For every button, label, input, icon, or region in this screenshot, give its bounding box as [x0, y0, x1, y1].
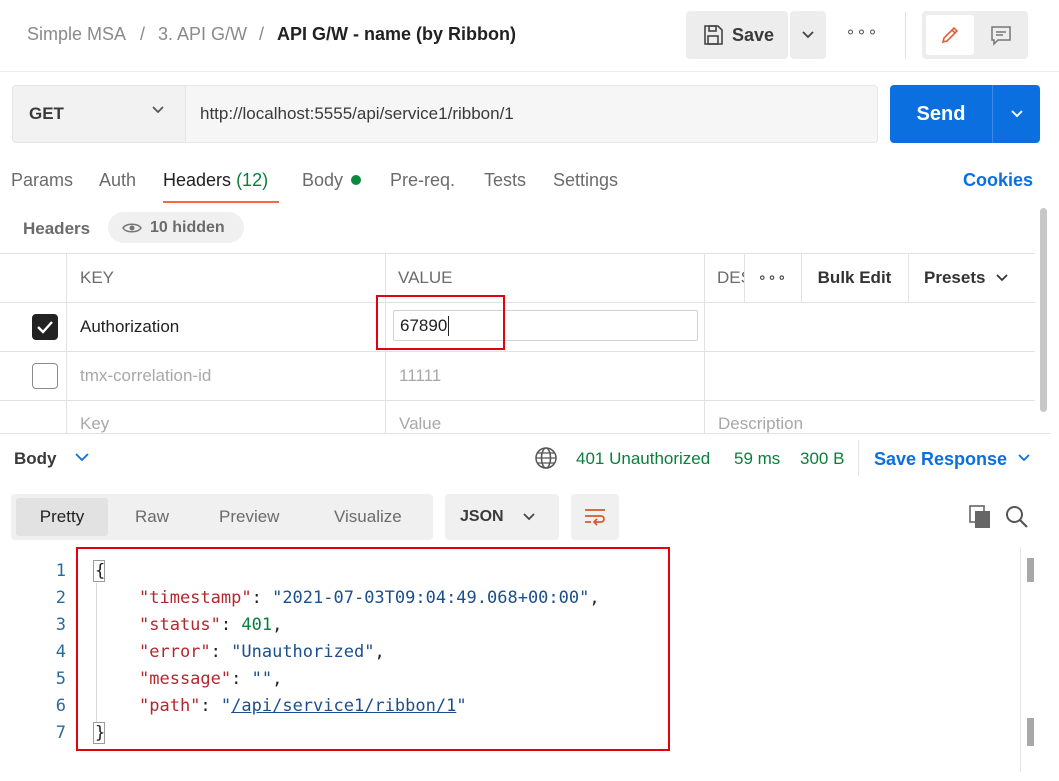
header-value[interactable]: 11111 [399, 366, 441, 386]
response-time[interactable]: 59 ms [734, 449, 780, 469]
edit-mode-button[interactable] [926, 15, 974, 55]
line-number: 1 [55, 561, 66, 581]
chevron-down-icon [996, 273, 1009, 281]
tab-body[interactable]: Body [302, 170, 362, 191]
header-enabled-checkbox[interactable] [32, 363, 58, 389]
line-number: 4 [55, 642, 66, 662]
new-key-input[interactable]: Key [80, 414, 109, 434]
header-key[interactable]: tmx-correlation-id [80, 366, 211, 386]
status-dot [351, 175, 362, 185]
comments-button[interactable] [978, 15, 1024, 55]
presets-dropdown[interactable]: Presets [908, 253, 1035, 302]
chevron-down-icon [802, 31, 814, 39]
comment-icon [991, 26, 1011, 46]
globe-icon[interactable] [534, 446, 558, 470]
send-options-button[interactable] [992, 85, 1040, 143]
status-badge[interactable]: 401 Unauthorized [576, 449, 710, 469]
line-number: 7 [55, 723, 66, 743]
hidden-headers-toggle[interactable]: 10 hidden [108, 212, 244, 243]
divider [66, 253, 67, 433]
eye-icon [122, 223, 142, 232]
tab-auth[interactable]: Auth [99, 170, 136, 191]
breadcrumb-separator: / [259, 24, 265, 44]
header-key[interactable]: Authorization [80, 317, 179, 337]
save-button[interactable]: Save [686, 11, 788, 59]
active-tab-indicator [163, 201, 279, 203]
more-actions-button[interactable]: ∘∘∘ [840, 22, 884, 48]
tab-headers[interactable]: Headers (12) [163, 170, 268, 191]
breadcrumb-collection[interactable]: Simple MSA [27, 24, 126, 45]
line-number: 3 [55, 615, 66, 635]
save-response-button[interactable]: Save Response [874, 449, 1007, 470]
column-header-description: DES [717, 268, 744, 287]
chevron-down-icon[interactable] [73, 450, 91, 464]
tab-pre-request[interactable]: Pre-req. [390, 170, 455, 191]
new-description-input[interactable]: Description [718, 414, 803, 434]
line-number: 5 [55, 669, 66, 689]
divider [0, 302, 1035, 303]
pencil-icon [941, 26, 959, 44]
chevron-down-icon[interactable] [1016, 451, 1032, 465]
save-icon [704, 25, 723, 45]
breadcrumb-separator: / [140, 24, 146, 44]
divider [905, 12, 906, 58]
line-number: 6 [55, 696, 66, 716]
hidden-headers-label: 10 hidden [150, 218, 225, 236]
line-number: 2 [55, 588, 66, 608]
breadcrumb-folder[interactable]: 3. API G/W [158, 24, 247, 45]
chevron-down-icon [522, 513, 535, 521]
divider [704, 253, 705, 433]
header-enabled-checkbox[interactable] [32, 314, 58, 340]
divider [1020, 547, 1021, 772]
save-button-label: Save [732, 24, 775, 45]
tab-settings[interactable]: Settings [553, 170, 618, 191]
tab-tests[interactable]: Tests [484, 170, 526, 191]
chevron-down-icon [152, 106, 164, 114]
tab-raw[interactable]: Raw [135, 507, 169, 527]
pane-divider[interactable] [0, 433, 1050, 434]
highlight-box [76, 547, 670, 751]
presets-label: Presets [924, 267, 986, 287]
scrollbar[interactable] [1040, 208, 1047, 412]
tab-body-label: Body [302, 170, 344, 190]
send-button[interactable]: Send [890, 85, 992, 143]
url-value: http://localhost:5555/api/service1/ribbo… [200, 104, 514, 123]
response-size[interactable]: 300 B [800, 449, 844, 469]
tab-preview[interactable]: Preview [219, 507, 279, 527]
tab-pretty[interactable]: Pretty [16, 498, 108, 536]
scrollbar[interactable] [1027, 558, 1034, 582]
response-body-dropdown[interactable]: Body [14, 449, 57, 469]
format-select[interactable]: JSON [445, 494, 559, 540]
bulk-edit-button[interactable]: Bulk Edit [801, 253, 907, 302]
column-options-button[interactable]: ∘∘∘ [745, 253, 800, 302]
new-value-input[interactable]: Value [399, 414, 441, 434]
copy-icon[interactable] [967, 504, 993, 530]
divider [0, 351, 1035, 352]
cookies-link[interactable]: Cookies [963, 170, 1033, 191]
format-label: JSON [460, 508, 504, 525]
divider [858, 440, 859, 476]
save-options-button[interactable] [790, 11, 826, 59]
column-header-value: VALUE [398, 268, 453, 287]
page-title[interactable]: API G/W - name (by Ribbon) [277, 24, 516, 45]
scrollbar[interactable] [1027, 718, 1034, 746]
search-icon[interactable] [1004, 504, 1030, 530]
url-input[interactable]: http://localhost:5555/api/service1/ribbo… [186, 85, 878, 143]
highlight-box [376, 295, 505, 350]
tab-visualize[interactable]: Visualize [334, 507, 402, 527]
headers-count: (12) [236, 170, 269, 190]
wrap-lines-button[interactable] [571, 494, 619, 540]
column-header-key: KEY [80, 268, 115, 287]
method-label: GET [29, 104, 64, 123]
tab-headers-label: Headers [163, 170, 232, 190]
check-icon [37, 321, 53, 334]
wrap-icon [585, 509, 605, 526]
headers-section-title: Headers [23, 219, 91, 238]
tab-params[interactable]: Params [11, 170, 73, 191]
chevron-down-icon [1010, 110, 1023, 118]
divider [0, 400, 1035, 401]
